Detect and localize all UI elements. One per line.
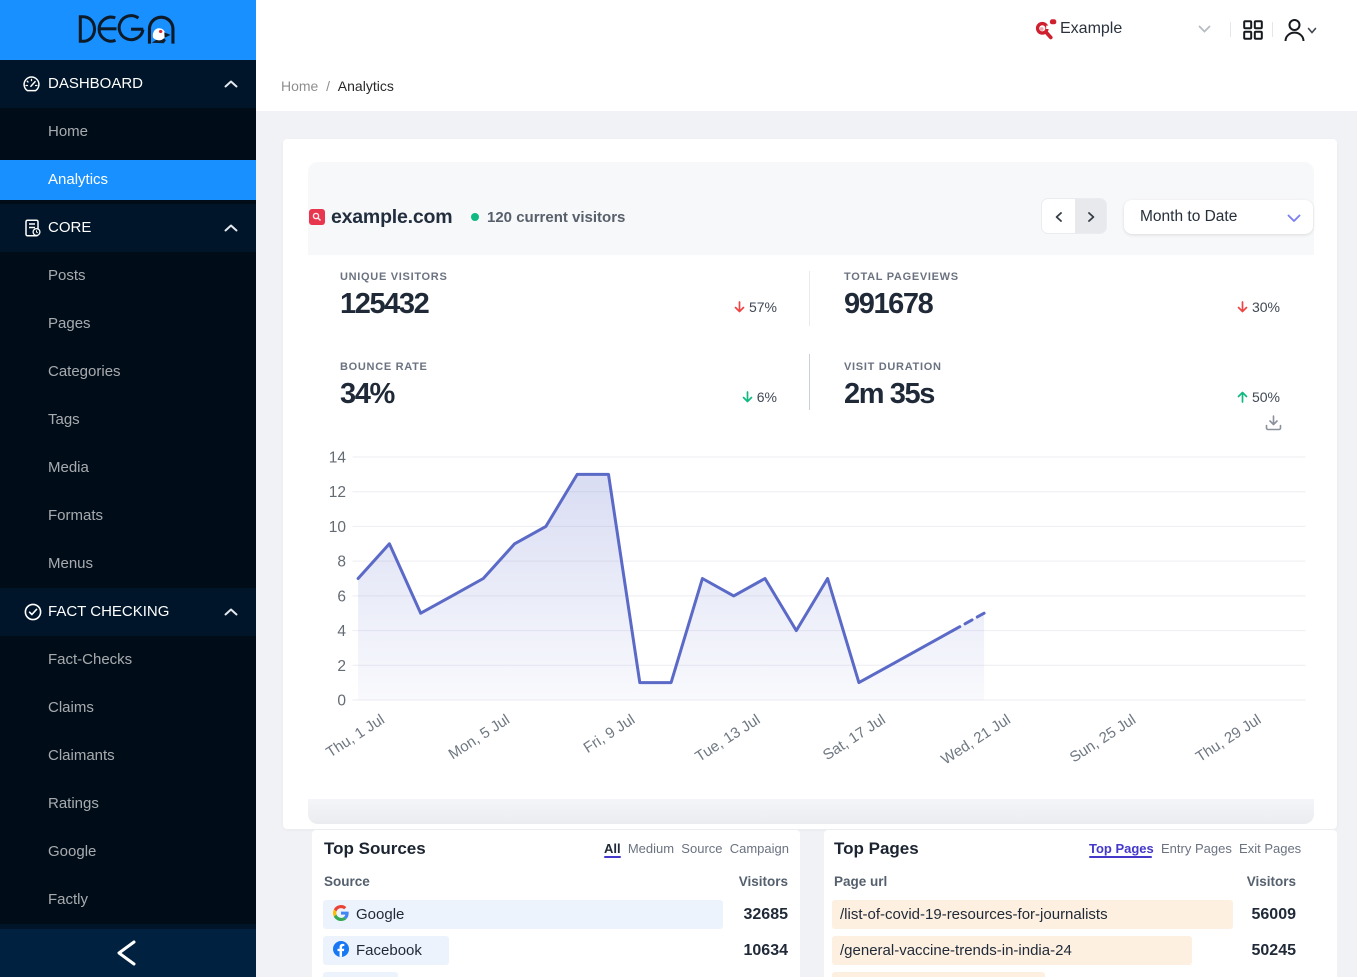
svg-text:10: 10 <box>328 519 346 536</box>
svg-text:12: 12 <box>328 484 345 501</box>
svg-text:Thu, 1 Jul: Thu, 1 Jul <box>323 711 388 761</box>
svg-text:2: 2 <box>337 658 346 675</box>
svg-text:0: 0 <box>337 693 346 710</box>
svg-text:4: 4 <box>337 623 346 640</box>
svg-text:Wed, 21 Jul: Wed, 21 Jul <box>938 711 1013 768</box>
svg-text:Tue, 13 Jul: Tue, 13 Jul <box>692 711 763 765</box>
svg-text:14: 14 <box>328 450 346 467</box>
svg-text:Mon, 5 Jul: Mon, 5 Jul <box>445 711 512 763</box>
svg-text:8: 8 <box>337 554 346 571</box>
svg-text:Fri, 9 Jul: Fri, 9 Jul <box>580 711 637 757</box>
svg-text:Thu, 29 Jul: Thu, 29 Jul <box>1192 711 1264 766</box>
svg-text:Sun, 25 Jul: Sun, 25 Jul <box>1066 711 1138 766</box>
svg-text:Sat, 17 Jul: Sat, 17 Jul <box>819 711 888 764</box>
svg-text:6: 6 <box>337 588 346 605</box>
